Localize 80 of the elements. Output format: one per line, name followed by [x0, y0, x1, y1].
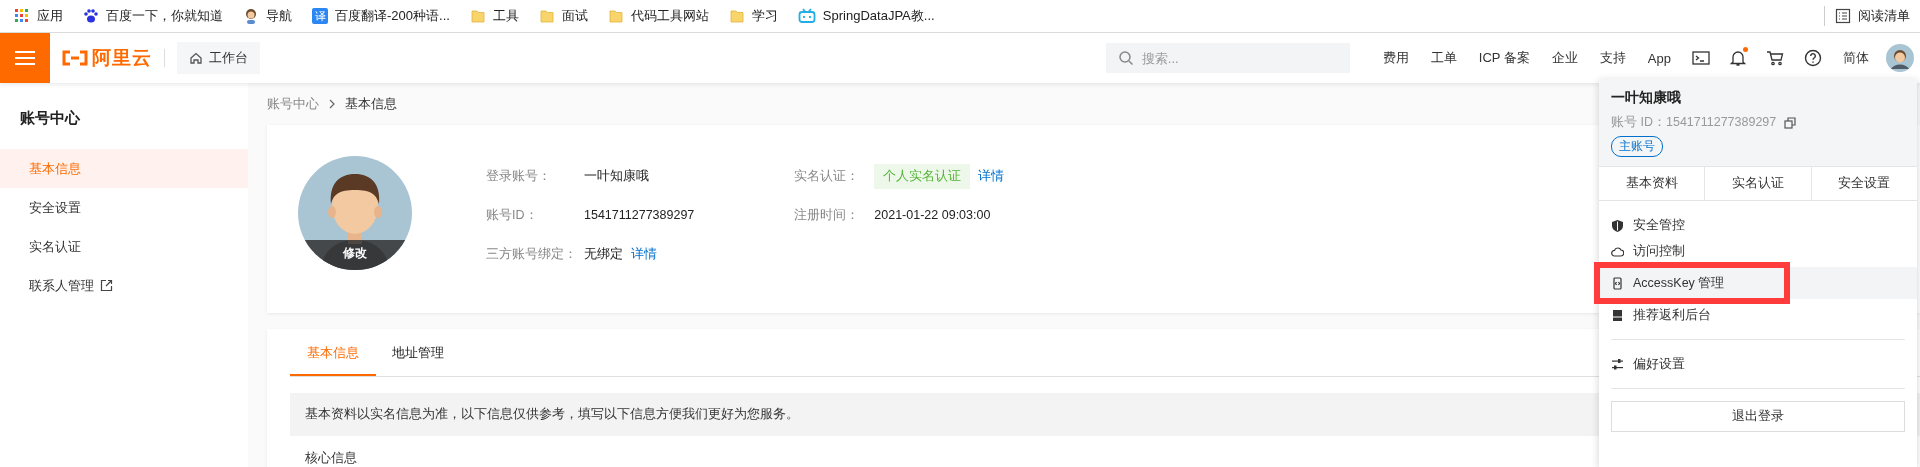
sidebar-item[interactable]: 安全设置	[0, 188, 248, 227]
logout-button[interactable]: 退出登录	[1611, 401, 1905, 432]
search-field[interactable]: 搜索...	[1105, 43, 1350, 73]
box-icon	[1611, 308, 1624, 322]
paw-icon	[83, 8, 99, 24]
workbench-button[interactable]: 工作台	[177, 42, 260, 74]
details-link[interactable]: 详情	[978, 167, 1005, 185]
folder-icon	[469, 8, 486, 24]
reading-list-button[interactable]: 阅读清单	[1835, 7, 1910, 25]
account-badge: 主账号	[1611, 136, 1663, 157]
folder-icon	[607, 8, 624, 24]
bookmark-link[interactable]: 学习	[728, 7, 778, 25]
dropdown-tab[interactable]: 实名认证	[1705, 167, 1812, 200]
list-icon	[1835, 8, 1851, 24]
copy-button[interactable]	[1784, 116, 1797, 129]
avatar-icon	[1886, 44, 1914, 72]
field-value: 2021-01-22 09:03:00	[874, 208, 991, 222]
section-title: 核心信息	[304, 450, 358, 466]
field-label: 实名认证：	[794, 167, 861, 185]
folder-icon	[538, 8, 555, 24]
field-value: 无绑定	[584, 245, 623, 263]
translate-icon: 译	[312, 8, 328, 24]
nav-link[interactable]: 工单	[1419, 49, 1468, 67]
person-icon	[243, 8, 259, 24]
menu-item[interactable]: 安全管控	[1611, 215, 1685, 235]
sliders-icon	[1611, 357, 1624, 371]
bookmark-link[interactable]: 代码工具网站	[607, 7, 709, 25]
field-value: 一叶知康哦	[584, 167, 649, 185]
account-id: 账号 ID：1541711277389297	[1611, 114, 1777, 131]
logo-text: 阿里云	[92, 46, 152, 70]
chevron-right-icon	[329, 99, 335, 109]
field-label: 账号ID：	[486, 206, 539, 224]
folder-icon	[728, 8, 745, 24]
bookmark-link[interactable]: 百度一下，你就知道	[83, 7, 223, 25]
home-icon	[189, 51, 203, 65]
bookmark-link[interactable]: 应用	[14, 7, 63, 25]
nav-link[interactable]: App	[1636, 50, 1682, 66]
sidebar-item[interactable]: 实名认证	[0, 227, 248, 266]
help-icon	[1804, 49, 1822, 67]
apps-icon	[14, 8, 30, 24]
breadcrumb-link[interactable]: 账号中心	[267, 95, 319, 113]
cart-icon	[1766, 50, 1784, 66]
menu-item[interactable]: 偏好设置	[1611, 354, 1685, 374]
field-value: 1541711277389297	[584, 208, 695, 222]
search-icon	[1117, 50, 1134, 66]
bookmark-link[interactable]: 导航	[243, 7, 292, 25]
nav-link[interactable]: 费用	[1371, 49, 1420, 67]
details-link[interactable]: 详情	[631, 245, 657, 263]
bookmark-link[interactable]: 工具	[469, 7, 519, 25]
menu-item[interactable]: AccessKey 管理	[1599, 267, 1917, 299]
nav-link[interactable]: 企业	[1540, 49, 1589, 67]
field-label: 三方账号绑定：	[486, 245, 578, 263]
terminal-icon	[1692, 50, 1710, 66]
avatar-image[interactable]: 修改	[298, 156, 412, 270]
menu-item[interactable]: 推荐返利后台	[1611, 305, 1711, 325]
bookmark-link[interactable]: SpringDataJPA教...	[797, 7, 935, 25]
menu-button[interactable]	[0, 33, 50, 83]
menu-icon	[15, 50, 35, 66]
bracket-logo-icon	[62, 50, 88, 66]
cloud-icon	[1611, 244, 1624, 258]
shield-icon	[1611, 218, 1624, 232]
field-label: 注册时间：	[794, 206, 861, 224]
nav-link[interactable]: 支持	[1588, 49, 1637, 67]
field-label: 登录账号：	[486, 167, 552, 185]
tab[interactable]: 地址管理	[376, 344, 460, 376]
sidebar-title: 账号中心	[19, 108, 81, 128]
account-name: 一叶知康哦	[1611, 89, 1682, 107]
bookmark-link[interactable]: 面试	[538, 7, 588, 25]
menu-item[interactable]: 访问控制	[1611, 241, 1685, 261]
bookmark-link[interactable]: 译 百度翻译-200种语...	[312, 7, 450, 25]
status-tag: 个人实名认证	[874, 163, 971, 189]
sidebar-item[interactable]: 联系人管理	[0, 266, 248, 305]
language-link[interactable]: 简体	[1832, 49, 1880, 67]
bell-icon	[1730, 49, 1746, 67]
dropdown-tab[interactable]: 基本资料	[1599, 167, 1706, 200]
copy-icon	[1784, 116, 1797, 129]
tv-icon	[797, 8, 816, 24]
breadcrumb-current: 基本信息	[345, 95, 397, 113]
dropdown-tab[interactable]: 安全设置	[1811, 167, 1917, 200]
nav-link[interactable]: ICP 备案	[1467, 49, 1541, 67]
